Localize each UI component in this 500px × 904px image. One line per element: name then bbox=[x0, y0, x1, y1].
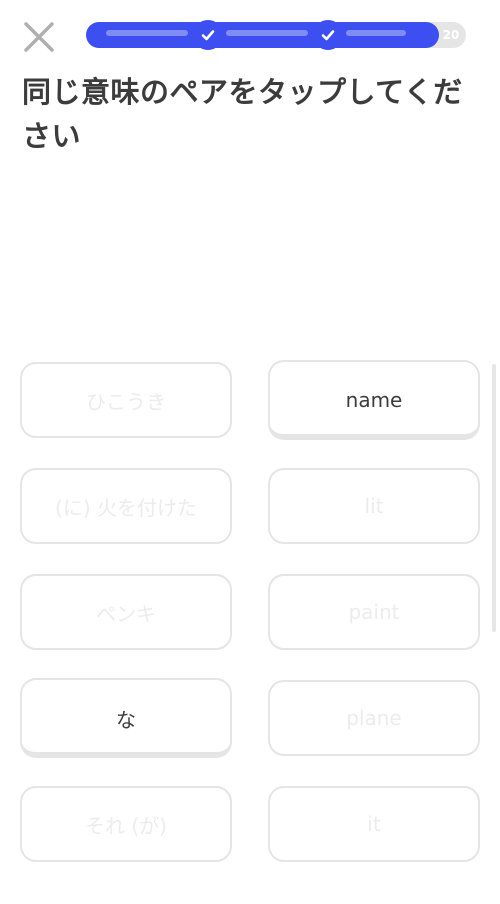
right-tile[interactable]: name bbox=[268, 360, 480, 440]
tile-label: it bbox=[367, 812, 381, 836]
left-tile[interactable]: な bbox=[20, 678, 232, 758]
progress-goal-count: 20 bbox=[442, 28, 460, 42]
progress-bar: 20 bbox=[86, 20, 466, 50]
right-tile[interactable]: paint bbox=[268, 574, 480, 650]
progress-highlight bbox=[106, 30, 188, 36]
check-icon bbox=[321, 30, 335, 41]
left-tile[interactable]: それ (が) bbox=[20, 786, 232, 862]
close-button[interactable] bbox=[20, 18, 58, 56]
scrollbar[interactable] bbox=[492, 364, 496, 632]
tile-label: name bbox=[345, 388, 403, 412]
right-tile[interactable]: it bbox=[268, 786, 480, 862]
tile-label: (に) 火を付けた bbox=[55, 495, 197, 520]
tile-label: ひこうき bbox=[86, 389, 166, 414]
progress-highlight bbox=[346, 30, 406, 36]
progress-highlight bbox=[226, 30, 308, 36]
checkpoint-1 bbox=[193, 20, 223, 50]
tile-label: lit bbox=[364, 494, 384, 518]
left-tile[interactable]: ひこうき bbox=[20, 362, 232, 438]
left-tile[interactable]: (に) 火を付けた bbox=[20, 468, 232, 544]
checkpoint-2 bbox=[313, 20, 343, 50]
right-tile[interactable]: lit bbox=[268, 468, 480, 544]
check-icon bbox=[201, 30, 215, 41]
tile-label: な bbox=[116, 707, 136, 732]
tile-label: paint bbox=[348, 600, 400, 624]
tile-label: ペンキ bbox=[96, 601, 156, 626]
tile-label: それ (が) bbox=[85, 813, 167, 838]
right-tile[interactable]: plane bbox=[268, 680, 480, 756]
exercise-screen: 20 同じ意味のペアをタップしてください ひこうき (に) 火を付けた ペンキ … bbox=[0, 0, 500, 904]
instruction-title: 同じ意味のペアをタップしてください bbox=[22, 75, 463, 153]
close-icon bbox=[24, 22, 54, 52]
tile-label: plane bbox=[346, 706, 402, 730]
left-tile[interactable]: ペンキ bbox=[20, 574, 232, 650]
